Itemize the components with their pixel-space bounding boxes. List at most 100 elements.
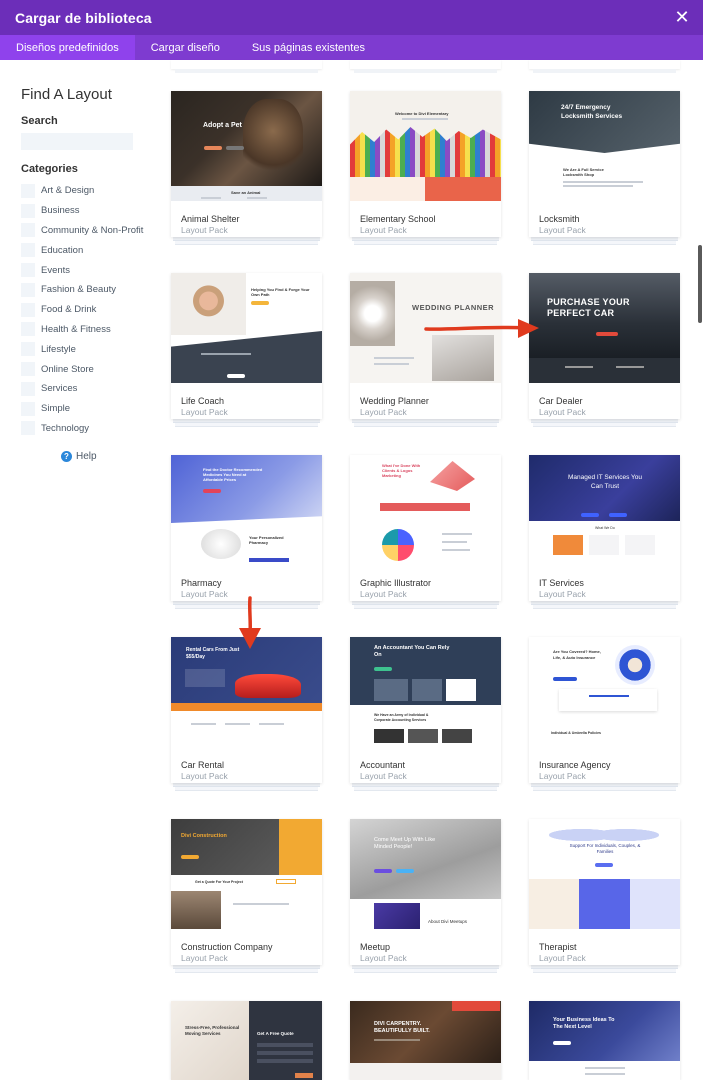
layout-card-carpentry[interactable]: DIVI CARPENTRY. BEAUTIFULLY BUILT. xyxy=(350,1001,501,1080)
category-education[interactable]: Education xyxy=(21,240,143,260)
card-face: Welcome to Divi Elementary Elementary Sc… xyxy=(350,91,501,237)
text-line xyxy=(191,723,216,725)
layout-thumbnail: An Accountant You Can Rely On We Have an… xyxy=(350,637,501,747)
layout-card-life-coach[interactable]: Helping You Find & Forge Your Own Path L… xyxy=(171,273,322,427)
category-fashion-beauty[interactable]: Fashion & Beauty xyxy=(21,280,143,300)
layout-name: Construction Company xyxy=(181,942,273,952)
photo xyxy=(408,729,438,743)
category-label: Fashion & Beauty xyxy=(41,284,116,296)
card-face: WEDDING PLANNER Wedding Planner Layout P… xyxy=(350,273,501,419)
text-line xyxy=(374,363,409,365)
category-checkbox[interactable] xyxy=(21,421,35,436)
category-label: Art & Design xyxy=(41,185,95,197)
layout-card-graphic-illustrator[interactable]: What I've Done With Clients & Logos Mark… xyxy=(350,455,501,609)
arrow-head xyxy=(239,628,261,649)
layout-type: Layout Pack xyxy=(181,953,228,963)
layout-card-construction-company[interactable]: Divi Construction Get a Quote For Your P… xyxy=(171,819,322,973)
tab-load-layout[interactable]: Cargar diseño xyxy=(135,35,236,60)
category-health-fitness[interactable]: Health & Fitness xyxy=(21,320,143,340)
text-line xyxy=(201,353,251,355)
category-events[interactable]: Events xyxy=(21,260,143,280)
layout-card-car-dealer[interactable]: PURCHASE YOUR PERFECT CAR Car Dealer Lay… xyxy=(529,273,680,427)
quote-box xyxy=(559,689,657,711)
hero-button xyxy=(609,513,627,517)
red-band xyxy=(380,503,470,511)
layout-card-insurance-agency[interactable]: Are You Covered? Home, Life, & Auto Insu… xyxy=(529,637,680,791)
layout-type: Layout Pack xyxy=(360,589,407,599)
hero-button xyxy=(581,513,599,517)
layout-card-pharmacy[interactable]: Find the Doctor Recommended Medicines Yo… xyxy=(171,455,322,609)
category-checkbox[interactable] xyxy=(21,362,35,377)
category-label: Community & Non-Profit xyxy=(41,224,144,236)
text-line xyxy=(259,723,284,725)
category-technology[interactable]: Technology xyxy=(21,419,143,439)
layout-card-accountant[interactable]: An Accountant You Can Rely On We Have an… xyxy=(350,637,501,791)
scrollbar-thumb[interactable] xyxy=(698,245,702,323)
layout-name: Animal Shelter xyxy=(181,214,240,224)
card-face: DIVI CARPENTRY. BEAUTIFULLY BUILT. xyxy=(350,1001,501,1080)
card-face: An Accountant You Can Rely On We Have an… xyxy=(350,637,501,783)
tab-predefined-layouts[interactable]: Diseños predefinidos xyxy=(0,35,135,60)
section-title: What We Do xyxy=(595,526,615,530)
category-checkbox[interactable] xyxy=(21,203,35,218)
help-label: Help xyxy=(76,451,97,462)
card-face: PURCHASE YOUR PERFECT CAR Car Dealer Lay… xyxy=(529,273,680,419)
category-business[interactable]: Business xyxy=(21,201,143,221)
layout-card-moving[interactable]: Stress-Free, Professional Moving Service… xyxy=(171,1001,322,1080)
category-checkbox[interactable] xyxy=(21,401,35,416)
layout-card-locksmith[interactable]: 24/7 Emergency Locksmith Services We Are… xyxy=(529,91,680,245)
category-food-drink[interactable]: Food & Drink xyxy=(21,300,143,320)
hero-title: Helping You Find & Forge Your Own Path xyxy=(251,287,310,297)
category-label: Simple xyxy=(41,403,71,415)
layout-card-wedding-planner[interactable]: WEDDING PLANNER Wedding Planner Layout P… xyxy=(350,273,501,427)
tab-existing-pages[interactable]: Sus páginas existentes xyxy=(236,35,381,60)
category-checkbox[interactable] xyxy=(21,302,35,317)
dark-section xyxy=(529,358,680,383)
category-checkbox[interactable] xyxy=(21,322,35,337)
help-link[interactable]: ? Help xyxy=(61,451,97,462)
arrow-shaft xyxy=(424,325,528,331)
card-face: Adopt a Pet Save an Animal Animal Shelte… xyxy=(171,91,322,237)
layout-type: Layout Pack xyxy=(360,225,407,235)
hero-button xyxy=(181,855,199,859)
text-line xyxy=(585,1073,625,1075)
category-checkbox[interactable] xyxy=(21,342,35,357)
layout-type: Layout Pack xyxy=(181,771,228,781)
category-checkbox[interactable] xyxy=(21,243,35,258)
category-label: Education xyxy=(41,244,84,256)
category-checkbox[interactable] xyxy=(21,263,35,278)
hero-button xyxy=(203,489,221,493)
layout-type: Layout Pack xyxy=(360,407,407,417)
layout-name: Car Rental xyxy=(181,760,225,770)
layout-card-meetup[interactable]: Come Meet Up With Like Minded People! Ab… xyxy=(350,819,501,973)
previous-row-card xyxy=(529,60,680,73)
category-lifestyle[interactable]: Lifestyle xyxy=(21,339,143,359)
illustration-image xyxy=(430,461,475,491)
layout-type: Layout Pack xyxy=(539,771,586,781)
layout-name: Insurance Agency xyxy=(539,760,611,770)
info-box xyxy=(374,679,408,701)
category-checkbox[interactable] xyxy=(21,223,35,238)
layout-card-car-rental[interactable]: Rental Cars From Just $55/Day Car Rental… xyxy=(171,637,322,791)
accent-block xyxy=(452,1001,500,1011)
category-simple[interactable]: Simple xyxy=(21,399,143,419)
category-online-store[interactable]: Online Store xyxy=(21,359,143,379)
layout-card-business[interactable]: Your Business Ideas To The Next Level xyxy=(529,1001,680,1080)
category-community[interactable]: Community & Non-Profit xyxy=(21,221,143,241)
layout-card-therapist[interactable]: Support For Individuals, Couples, & Fami… xyxy=(529,819,680,973)
category-services[interactable]: Services xyxy=(21,379,143,399)
service-tile xyxy=(589,535,619,555)
category-checkbox[interactable] xyxy=(21,183,35,198)
close-icon[interactable]: ✕ xyxy=(673,8,691,26)
layout-thumbnail: PURCHASE YOUR PERFECT CAR xyxy=(529,273,680,383)
layout-card-animal-shelter[interactable]: Adopt a Pet Save an Animal Animal Shelte… xyxy=(171,91,322,245)
layout-card-it-services[interactable]: Managed IT Services You Can Trust What W… xyxy=(529,455,680,609)
layout-type: Layout Pack xyxy=(360,771,407,781)
layout-card-elementary-school[interactable]: Welcome to Divi Elementary Elementary Sc… xyxy=(350,91,501,245)
category-checkbox[interactable] xyxy=(21,381,35,396)
layout-type: Layout Pack xyxy=(181,407,228,417)
hero-title: Find the Doctor Recommended Medicines Yo… xyxy=(203,467,263,482)
search-input[interactable] xyxy=(21,133,133,150)
category-art-design[interactable]: Art & Design xyxy=(21,181,143,201)
category-checkbox[interactable] xyxy=(21,282,35,297)
